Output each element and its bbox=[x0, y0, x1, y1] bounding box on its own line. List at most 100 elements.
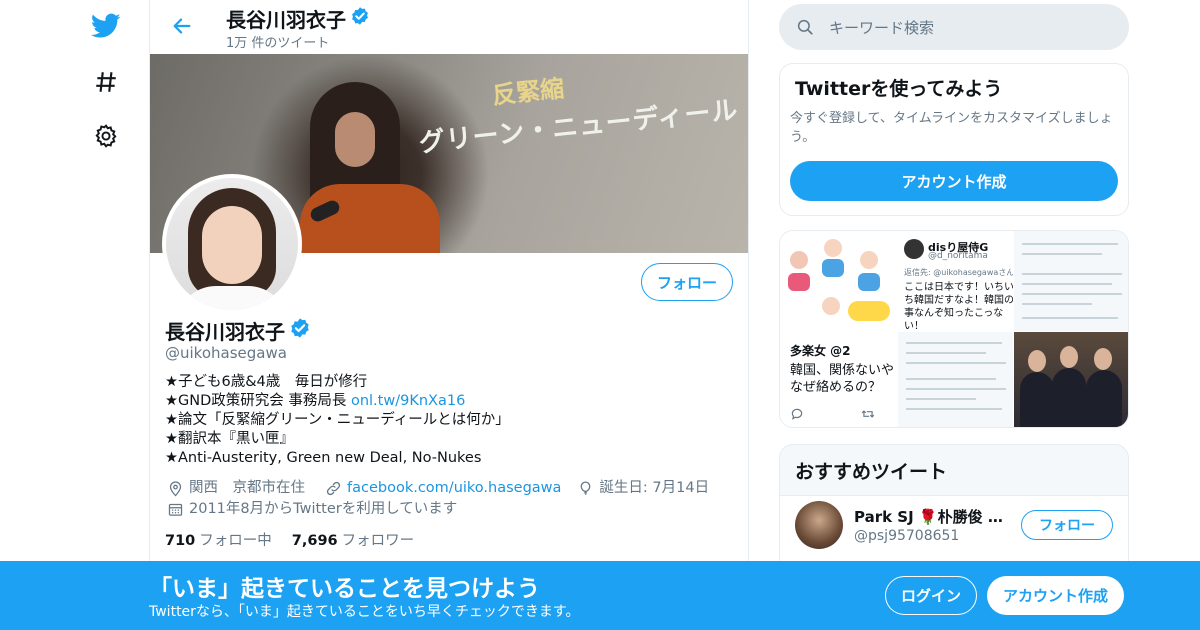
bottom-bar-title: 「いま」起きていることを見つけよう bbox=[149, 576, 540, 602]
illustration-person bbox=[860, 251, 878, 269]
hashtag-icon[interactable] bbox=[90, 66, 122, 98]
tweet-text: ここは日本です！いちいち韓国だすなよ！韓国の事なんぞ知ったこっない！ bbox=[904, 282, 1013, 331]
login-button[interactable]: ログイン bbox=[885, 576, 977, 615]
bio-line: ★Anti-Austerity, Green new Deal, No-Nuke… bbox=[165, 450, 482, 466]
recommended-user-row[interactable]: Park SJ 🌹朴勝俊 A... @psj95708651 フォロー bbox=[780, 495, 1128, 565]
text-line bbox=[906, 362, 1006, 364]
meta-row-2: 2011年8月からTwitterを利用しています bbox=[165, 499, 735, 520]
bottom-signup-bar: 「いま」起きていることを見つけよう Twitterなら、「いま」起きていることを… bbox=[0, 561, 1200, 630]
bio-line: ★子ども6歳&4歳 毎日が修行 bbox=[165, 374, 368, 390]
header-name-text: 長谷川羽衣子 bbox=[226, 8, 346, 32]
search-box[interactable]: キーワード検索 bbox=[779, 4, 1129, 50]
left-nav bbox=[80, 0, 130, 630]
profile-bio: ★子ども6歳&4歳 毎日が修行 ★GND政策研究会 事務局長 onl.tw/9K… bbox=[165, 373, 725, 468]
illustration-body bbox=[788, 273, 810, 291]
photo-person-head bbox=[1028, 350, 1046, 372]
profile-name: 長谷川羽衣子 bbox=[165, 316, 311, 345]
location-pin-icon bbox=[165, 479, 185, 499]
verified-badge-icon bbox=[350, 6, 370, 31]
illustration-body bbox=[858, 273, 880, 291]
following-label: フォロー中 bbox=[199, 533, 272, 549]
profile-column: 長谷川羽衣子 1万 件のツイート 反緊縮 グリーン・ニューディール フォロー 長… bbox=[149, 0, 749, 630]
photo-person-suit bbox=[1052, 368, 1086, 427]
retweet-icon bbox=[860, 406, 876, 425]
profile-stats: 710 フォロー中 7,696 フォロワー bbox=[165, 529, 414, 550]
verified-badge-icon bbox=[289, 317, 311, 344]
text-line bbox=[906, 408, 1002, 410]
text-line bbox=[1022, 273, 1122, 275]
text-line bbox=[1022, 253, 1102, 255]
followers-count: 7,696 bbox=[291, 533, 338, 549]
profile-website-link[interactable]: facebook.com/uiko.hasegawa bbox=[347, 478, 561, 499]
twitter-profile-page: 長谷川羽衣子 1万 件のツイート 反緊縮 グリーン・ニューディール フォロー 長… bbox=[0, 0, 1200, 630]
link-icon bbox=[323, 479, 343, 499]
bio-line: ★GND政策研究会 事務局長 onl.tw/9KnXa16 bbox=[165, 392, 725, 411]
reply-icon bbox=[790, 406, 804, 425]
followers-stat[interactable]: 7,696 フォロワー bbox=[292, 529, 414, 550]
illustration-person bbox=[790, 251, 808, 269]
following-count: 710 bbox=[165, 533, 196, 549]
tweet-text: 韓国、関係ないやなぜ絡めるの？ bbox=[790, 363, 895, 395]
text-line bbox=[906, 352, 986, 354]
profile-avatar[interactable] bbox=[162, 174, 302, 314]
header-name: 長谷川羽衣子 bbox=[226, 4, 370, 33]
tweet-reply-to: 返信先: @uikohasegawaさん bbox=[904, 268, 1013, 277]
illustration-bubble bbox=[848, 301, 890, 321]
photo-person-suit bbox=[1086, 370, 1122, 427]
calendar-icon bbox=[165, 500, 185, 520]
illustration-person bbox=[824, 239, 842, 257]
tweet-avatar bbox=[904, 239, 924, 259]
recommended-user-name[interactable]: Park SJ 🌹朴勝俊 A... bbox=[854, 506, 1014, 527]
recommended-user-avatar[interactable] bbox=[795, 501, 843, 549]
photo-person-head bbox=[1094, 348, 1112, 370]
back-arrow-icon[interactable] bbox=[168, 12, 196, 40]
recommended-title: おすすめツイート bbox=[795, 461, 948, 483]
search-input[interactable]: キーワード検索 bbox=[829, 17, 934, 38]
create-account-button[interactable]: アカウント作成 bbox=[790, 161, 1118, 201]
text-line bbox=[1022, 293, 1122, 295]
media-thumb-screenshot[interactable] bbox=[1014, 231, 1128, 331]
media-thumb-screenshot-2[interactable] bbox=[898, 332, 1013, 427]
tweet-author-handle: @d_noritama bbox=[928, 251, 988, 261]
text-line bbox=[906, 398, 976, 400]
profile-location: 関西 京都市在住 bbox=[189, 480, 305, 496]
meta-row-1: 関西 京都市在住 facebook.com/uiko.hasegawa 誕生日:… bbox=[165, 478, 735, 499]
text-line bbox=[1022, 283, 1112, 285]
gear-icon[interactable] bbox=[90, 120, 122, 152]
signup-card-desc: 今すぐ登録して、タイムラインをカスタマイズしましょう。 bbox=[790, 111, 1113, 145]
twitter-logo-icon[interactable] bbox=[90, 10, 122, 42]
media-thumb-tweet-2[interactable]: 多楽女 @2 韓国、関係ないやなぜ絡めるの？ bbox=[780, 332, 897, 427]
media-grid: disり屋侍G @d_noritama 返信先: @uikohasegawaさん… bbox=[779, 230, 1129, 428]
signup-button[interactable]: アカウント作成 bbox=[987, 576, 1124, 615]
followers-label: フォロワー bbox=[341, 533, 415, 549]
text-line bbox=[906, 388, 1006, 390]
follow-button[interactable]: フォロー bbox=[641, 263, 733, 301]
following-stat[interactable]: 710 フォロー中 bbox=[165, 529, 272, 550]
text-line bbox=[1022, 317, 1118, 319]
profile-birthday: 誕生日: 7月14日 bbox=[599, 480, 710, 496]
tweet-author-name: 多楽女 @2 bbox=[790, 344, 851, 358]
media-thumb-tweet[interactable]: disり屋侍G @d_noritama 返信先: @uikohasegawaさん… bbox=[898, 231, 1013, 331]
illustration-person bbox=[822, 297, 840, 315]
header-tweet-count: 1万 件のツイート bbox=[226, 36, 330, 51]
bio-line: ★論文「反緊縮グリーン・ニューディールとは何か」 bbox=[165, 412, 510, 428]
banner-slide-line1: 反緊縮 bbox=[490, 74, 566, 110]
avatar-face bbox=[202, 206, 262, 284]
bio-link[interactable]: onl.tw/9KnXa16 bbox=[351, 393, 465, 409]
profile-handle: @uikohasegawa bbox=[165, 344, 287, 362]
bio-line: ★翻訳本『黒い匣』 bbox=[165, 431, 294, 447]
photo-person-head bbox=[1060, 346, 1078, 368]
bio-line-text: ★GND政策研究会 事務局長 bbox=[165, 393, 351, 409]
media-thumb-illustration[interactable] bbox=[780, 231, 897, 331]
recommended-follow-button[interactable]: フォロー bbox=[1021, 510, 1113, 540]
profile-joined: 2011年8月からTwitterを利用しています bbox=[189, 501, 458, 517]
profile-meta: 関西 京都市在住 facebook.com/uiko.hasegawa 誕生日:… bbox=[165, 478, 735, 520]
search-icon bbox=[795, 17, 815, 37]
photo-person-suit bbox=[1020, 372, 1054, 427]
profile-name-text: 長谷川羽衣子 bbox=[165, 320, 285, 344]
signup-card: Twitterを使ってみよう 今すぐ登録して、タイムラインをカスタマイズしましょ… bbox=[779, 63, 1129, 216]
media-thumb-photo[interactable] bbox=[1014, 332, 1128, 427]
text-line bbox=[1022, 243, 1118, 245]
bottom-bar-subtitle: Twitterなら、「いま」起きていることをいち早くチェックできます。 bbox=[149, 604, 580, 620]
text-line bbox=[906, 378, 996, 380]
